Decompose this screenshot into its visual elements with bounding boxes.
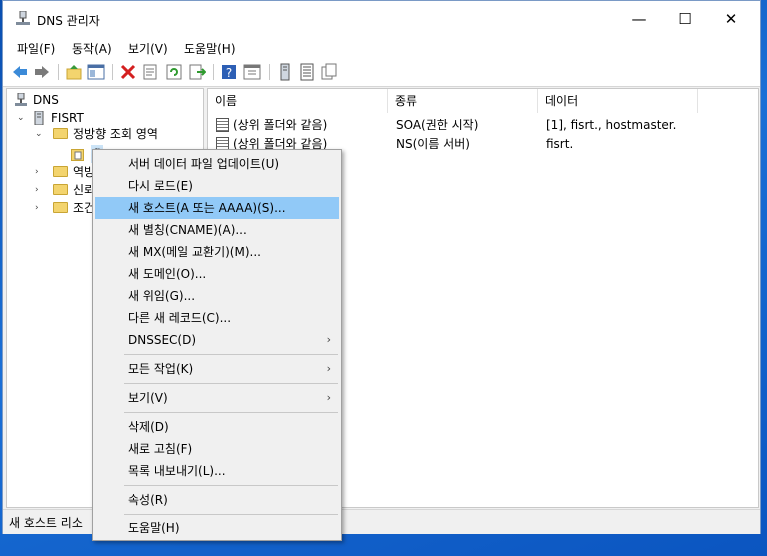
menu-item-update-server-data-file[interactable]: 서버 데이터 파일 업데이트(U) — [95, 153, 339, 175]
menu-item-dnssec[interactable]: DNSSEC(D) › — [95, 329, 339, 351]
menu-item-label: 속성(R) — [128, 493, 168, 507]
minimize-button[interactable]: — — [616, 1, 662, 37]
menu-separator — [124, 485, 338, 486]
toolbar-separator — [213, 64, 214, 80]
menu-item-label: 새 호스트(A 또는 AAAA)(S)... — [128, 201, 286, 215]
close-button[interactable]: ✕ — [708, 1, 754, 37]
menu-separator — [124, 383, 338, 384]
tree-label-forward-zones: 정방향 조회 영역 — [73, 127, 158, 141]
toolbar: ? — [3, 59, 760, 87]
back-arrow-icon[interactable] — [11, 63, 29, 81]
server-icon — [34, 111, 44, 125]
table-row[interactable]: (상위 폴더와 같음) SOA(권한 시작) [1], fisrt., host… — [208, 115, 758, 135]
column-header-type[interactable]: 종류 — [388, 89, 538, 113]
menu-help[interactable]: 도움말(H) — [184, 40, 236, 57]
properties-icon[interactable] — [141, 63, 159, 81]
menu-separator — [124, 412, 338, 413]
menu-item-label: 서버 데이터 파일 업데이트(U) — [128, 157, 280, 171]
menu-item-label: 보기(V) — [128, 391, 168, 405]
menu-item-new-domain[interactable]: 새 도메인(O)... — [95, 263, 339, 285]
export-list-icon[interactable] — [188, 63, 206, 81]
help-icon[interactable]: ? — [220, 63, 238, 81]
menu-item-label: 새 MX(메일 교환기)(M)... — [128, 245, 261, 259]
menu-separator — [124, 354, 338, 355]
tree-label-dns: DNS — [33, 93, 59, 107]
collapse-chevron-icon[interactable]: ⌄ — [17, 109, 27, 127]
dns-icon — [15, 93, 27, 106]
menu-item-label: 도움말(H) — [128, 521, 180, 535]
menu-item-help[interactable]: 도움말(H) — [95, 517, 339, 539]
show-pane-icon[interactable] — [243, 63, 261, 81]
collapse-chevron-icon[interactable]: ⌄ — [35, 125, 45, 143]
menu-item-all-tasks[interactable]: 모든 작업(K) › — [95, 358, 339, 380]
submenu-arrow-icon: › — [326, 391, 331, 404]
zone-icon — [71, 149, 84, 161]
toolbar-separator — [58, 64, 59, 80]
folder-icon — [53, 166, 68, 177]
menu-item-label: 새 도메인(O)... — [128, 267, 207, 281]
menu-item-reload[interactable]: 다시 로드(E) — [95, 175, 339, 197]
delete-icon[interactable] — [119, 63, 137, 81]
menu-item-label: 목록 내보내기(L)... — [128, 464, 226, 478]
forward-arrow-icon[interactable] — [33, 63, 51, 81]
folder-icon — [53, 202, 68, 213]
submenu-arrow-icon: › — [326, 362, 331, 375]
menu-item-new-mx[interactable]: 새 MX(메일 교환기)(M)... — [95, 241, 339, 263]
up-folder-icon[interactable] — [65, 63, 83, 81]
cell-data: [1], fisrt., hostmaster. — [546, 118, 677, 132]
menu-separator — [124, 514, 338, 515]
menu-item-label: 다른 새 레코드(C)... — [128, 311, 232, 325]
maximize-button[interactable]: ☐ — [662, 1, 708, 37]
cell-type: SOA(권한 시작) — [396, 118, 479, 132]
toolbar-separator — [112, 64, 113, 80]
column-header-name[interactable]: 이름 — [208, 89, 388, 113]
menu-item-label: 새 위임(G)... — [128, 289, 196, 303]
menu-bar: 파일(F) 동작(A) 보기(V) 도움말(H) — [3, 37, 760, 59]
cell-data: fisrt. — [546, 137, 574, 151]
server-icon[interactable] — [276, 63, 294, 81]
menu-item-new-delegation[interactable]: 새 위임(G)... — [95, 285, 339, 307]
menu-item-new-host[interactable]: 새 호스트(A 또는 AAAA)(S)... — [95, 197, 339, 219]
menu-file[interactable]: 파일(F) — [17, 40, 55, 57]
cell-type: NS(이름 서버) — [396, 137, 470, 151]
title-bar[interactable]: DNS 관리자 — ☐ ✕ — [3, 1, 760, 37]
menu-item-properties[interactable]: 속성(R) — [95, 489, 339, 511]
menu-item-label: 모든 작업(K) — [128, 362, 194, 376]
copy-icon[interactable] — [320, 63, 338, 81]
menu-item-label: 새 별칭(CNAME)(A)... — [128, 223, 247, 237]
menu-action[interactable]: 동작(A) — [72, 40, 112, 57]
menu-view[interactable]: 보기(V) — [128, 40, 168, 57]
submenu-arrow-icon: › — [326, 333, 331, 346]
menu-item-label: 삭제(D) — [128, 420, 169, 434]
cell-name: (상위 폴더와 같음) — [233, 118, 328, 132]
status-text: 새 호스트 리소 — [9, 516, 83, 530]
expand-chevron-icon[interactable]: › — [35, 163, 45, 181]
expand-chevron-icon[interactable]: › — [35, 181, 45, 199]
menu-item-refresh[interactable]: 새로 고침(F) — [95, 438, 339, 460]
svg-text:?: ? — [226, 66, 232, 80]
record-icon — [216, 118, 229, 132]
column-header-data[interactable]: 데이터 — [538, 89, 698, 113]
context-menu: 서버 데이터 파일 업데이트(U) 다시 로드(E) 새 호스트(A 또는 AA… — [92, 149, 342, 541]
menu-item-other-new-records[interactable]: 다른 새 레코드(C)... — [95, 307, 339, 329]
folder-icon — [53, 184, 68, 195]
expand-chevron-icon[interactable]: › — [35, 199, 45, 217]
folder-icon — [53, 128, 68, 139]
menu-item-view[interactable]: 보기(V) › — [95, 387, 339, 409]
menu-item-label: DNSSEC(D) — [128, 333, 197, 347]
refresh-icon[interactable] — [165, 63, 183, 81]
records-icon[interactable] — [298, 63, 316, 81]
menu-item-export-list[interactable]: 목록 내보내기(L)... — [95, 460, 339, 482]
menu-item-new-alias[interactable]: 새 별칭(CNAME)(A)... — [95, 219, 339, 241]
menu-item-label: 다시 로드(E) — [128, 179, 193, 193]
dns-app-icon — [16, 11, 30, 25]
window-title: DNS 관리자 — [37, 14, 100, 28]
menu-item-label: 새로 고침(F) — [128, 442, 193, 456]
menu-item-delete[interactable]: 삭제(D) — [95, 416, 339, 438]
toolbar-separator — [269, 64, 270, 80]
show-hide-tree-icon[interactable] — [87, 63, 105, 81]
